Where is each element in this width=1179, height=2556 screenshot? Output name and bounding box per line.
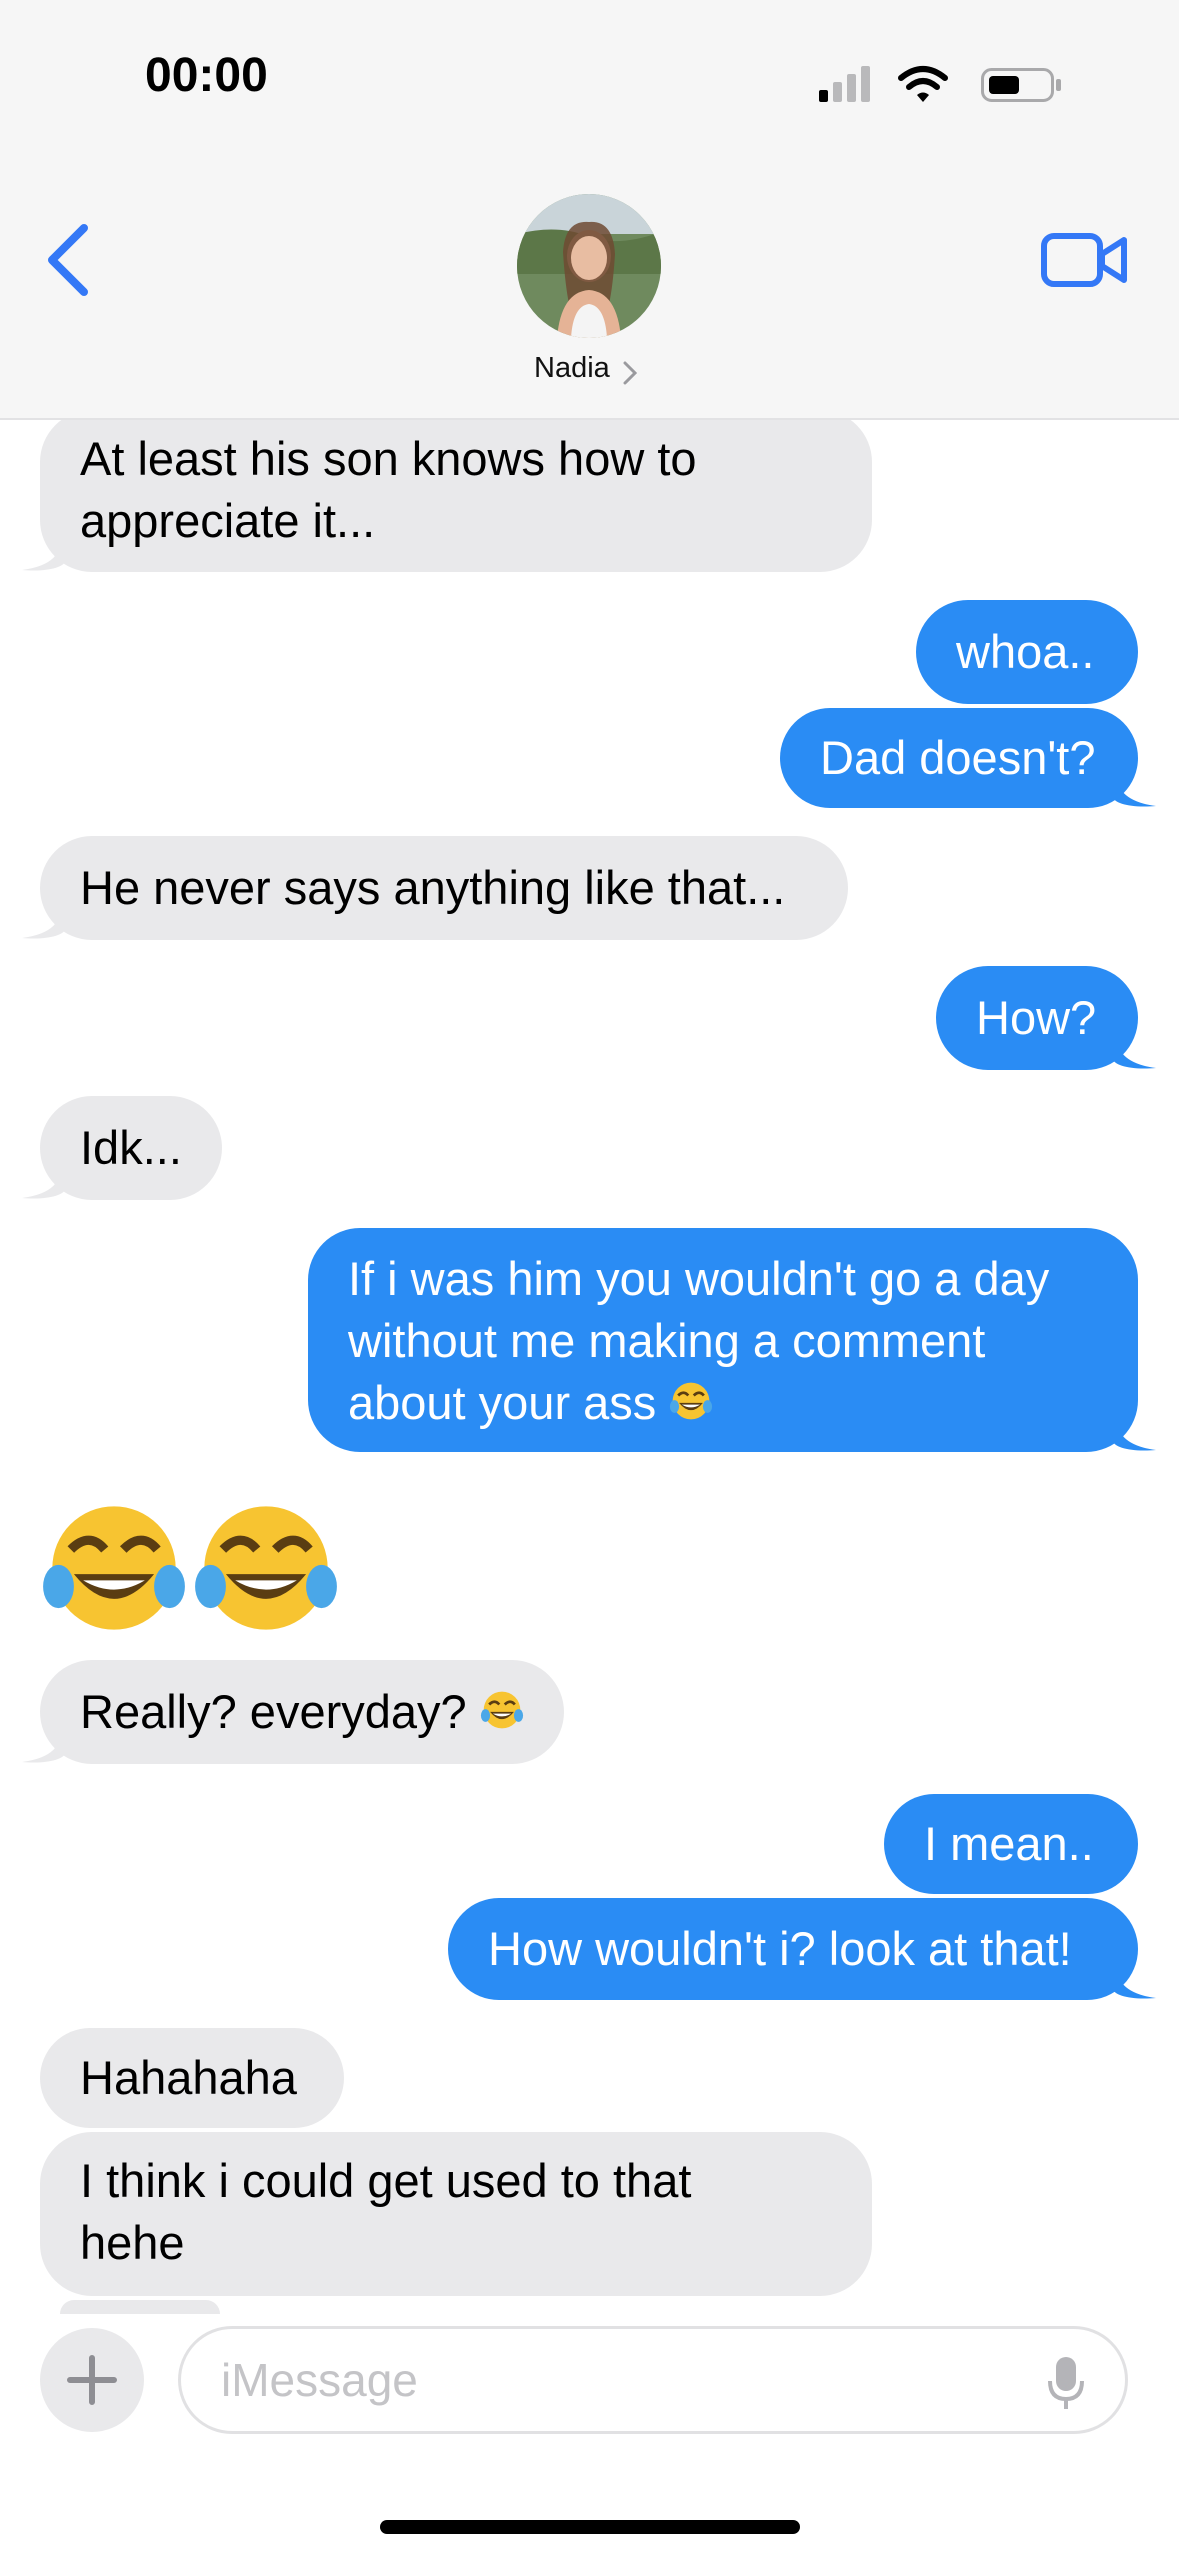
bubble-tail	[22, 902, 66, 939]
wifi-icon	[898, 66, 948, 102]
message-bubble-sent[interactable]: If i was him you wouldn't go a day witho…	[308, 1228, 1138, 1452]
bubble-tail	[22, 1726, 66, 1763]
messages-screen: At least his son knows how to appreciate…	[0, 0, 1179, 2556]
message-text: How wouldn't i? look at that!	[488, 1922, 1072, 1975]
contact-name[interactable]: Nadia	[534, 352, 610, 385]
message-bubble-sent[interactable]: Dad doesn't?	[780, 708, 1138, 808]
battery-icon	[981, 68, 1061, 102]
message-bubble-sent[interactable]: I mean..	[884, 1794, 1138, 1894]
avatar[interactable]	[517, 194, 661, 338]
message-bubble-sent[interactable]: How wouldn't i? look at that!	[448, 1898, 1138, 2000]
face-with-tears-of-joy-icon	[480, 1691, 523, 1729]
message-bubble-received[interactable]: I think i could get used to that hehe	[40, 2132, 872, 2296]
message-bubble-received[interactable]: At least his son knows how to appreciate…	[40, 410, 872, 572]
message-text-line-2: hehe	[80, 2216, 185, 2269]
message-input-placeholder: iMessage	[221, 2354, 418, 2406]
bubble-tail	[1112, 1032, 1156, 1069]
message-bubble-received[interactable]: He never says anything like that...	[40, 836, 848, 940]
signal-icon	[819, 66, 870, 102]
bubble-tail	[22, 534, 66, 571]
message-text: Idk...	[80, 1121, 182, 1174]
message-input[interactable]: iMessage	[178, 2326, 1128, 2434]
face-with-tears-of-joy-icon	[670, 1382, 713, 1420]
chevron-right-icon	[623, 361, 638, 385]
message-bubble-received-partial	[60, 2300, 220, 2314]
face-with-tears-of-joy-icon	[195, 1506, 337, 1630]
bubble-tail	[1112, 1962, 1156, 1999]
message-text: How?	[976, 991, 1097, 1044]
message-text: Dad doesn't?	[820, 731, 1096, 784]
message-text: Really? everyday?	[80, 1685, 467, 1738]
message-text: If i was him you wouldn't go a day	[348, 1252, 1050, 1305]
message-text-line-2: without me making a comment	[348, 1314, 986, 1367]
bubble-tail	[1112, 1414, 1156, 1451]
message-bubble-received[interactable]: Really? everyday?	[40, 1660, 564, 1764]
message-bubble-received[interactable]: Hahahaha	[40, 2028, 344, 2128]
status-icons	[819, 66, 1061, 102]
conversation-header: 00:00 Nadia	[0, 0, 1179, 420]
back-chevron-icon[interactable]	[40, 220, 100, 300]
face-with-tears-of-joy-icon	[43, 1506, 185, 1630]
video-camera-icon[interactable]	[1040, 230, 1130, 290]
message-text-line-3: about your ass	[348, 1376, 657, 1429]
message-text-line-2: appreciate it...	[80, 494, 376, 547]
avatar-photo	[517, 194, 661, 338]
message-text: Hahahaha	[80, 2051, 297, 2104]
plus-icon	[67, 2355, 117, 2405]
apps-plus-button[interactable]	[40, 2328, 144, 2432]
microphone-icon[interactable]	[1046, 2355, 1086, 2411]
message-text: I mean..	[924, 1817, 1094, 1870]
bubble-tail	[22, 1162, 66, 1199]
bubble-tail	[1112, 770, 1156, 807]
message-text: I think i could get used to that	[80, 2154, 692, 2207]
message-text: whoa..	[956, 625, 1095, 678]
status-time: 00:00	[145, 49, 268, 102]
message-text: At least his son knows how to	[80, 432, 697, 485]
message-bubble-sent[interactable]: whoa..	[916, 600, 1138, 704]
message-text: He never says anything like that...	[80, 861, 786, 914]
message-bubble-sent[interactable]: How?	[936, 966, 1138, 1070]
home-indicator	[380, 2520, 800, 2534]
message-bubble-received[interactable]: Idk...	[40, 1096, 222, 1200]
